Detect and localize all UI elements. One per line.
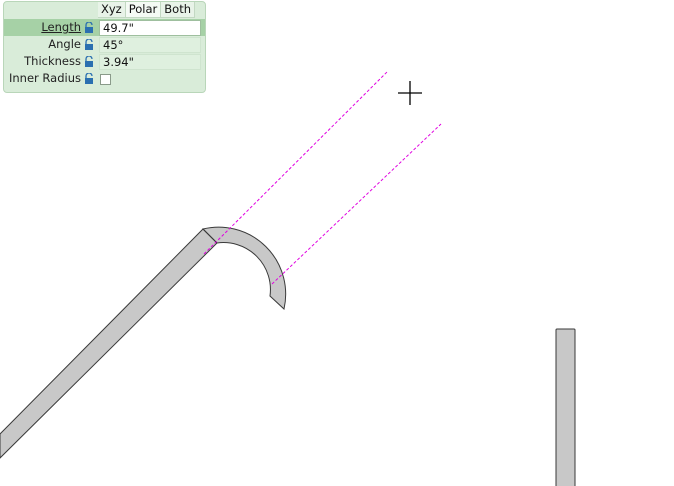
lock-icon[interactable]: [84, 56, 94, 67]
dimension-input-panel: Xyz Polar Both Length 49.7" Angle 45° Th…: [3, 1, 206, 93]
lock-icon[interactable]: [84, 22, 94, 33]
diagonal-wall[interactable]: [0, 228, 218, 459]
inner-radius-checkbox[interactable]: [100, 74, 111, 85]
vertical-wall[interactable]: [555, 328, 576, 486]
length-row: Length 49.7": [4, 19, 205, 36]
tab-polar[interactable]: Polar: [125, 2, 162, 18]
length-input[interactable]: 49.7": [99, 20, 201, 36]
lock-icon[interactable]: [84, 39, 94, 50]
guide-line-outer: [203, 70, 389, 255]
angle-row: Angle 45°: [4, 36, 205, 53]
coordinate-mode-tabs: Xyz Polar Both: [98, 2, 195, 18]
thickness-row: Thickness 3.94": [4, 53, 205, 70]
tab-xyz[interactable]: Xyz: [98, 2, 126, 18]
angle-label: Angle: [48, 37, 81, 51]
thickness-label: Thickness: [24, 54, 81, 68]
curved-wall[interactable]: [202, 226, 287, 310]
length-label: Length: [41, 20, 81, 34]
inner-radius-row: Inner Radius: [4, 70, 205, 87]
angle-input[interactable]: 45°: [99, 37, 201, 53]
inner-radius-label: Inner Radius: [9, 71, 81, 85]
thickness-input[interactable]: 3.94": [99, 54, 201, 70]
lock-icon[interactable]: [84, 73, 94, 84]
guide-line-inner: [271, 123, 442, 285]
crosshair-cursor-icon: [398, 81, 422, 105]
tab-both[interactable]: Both: [161, 2, 195, 18]
